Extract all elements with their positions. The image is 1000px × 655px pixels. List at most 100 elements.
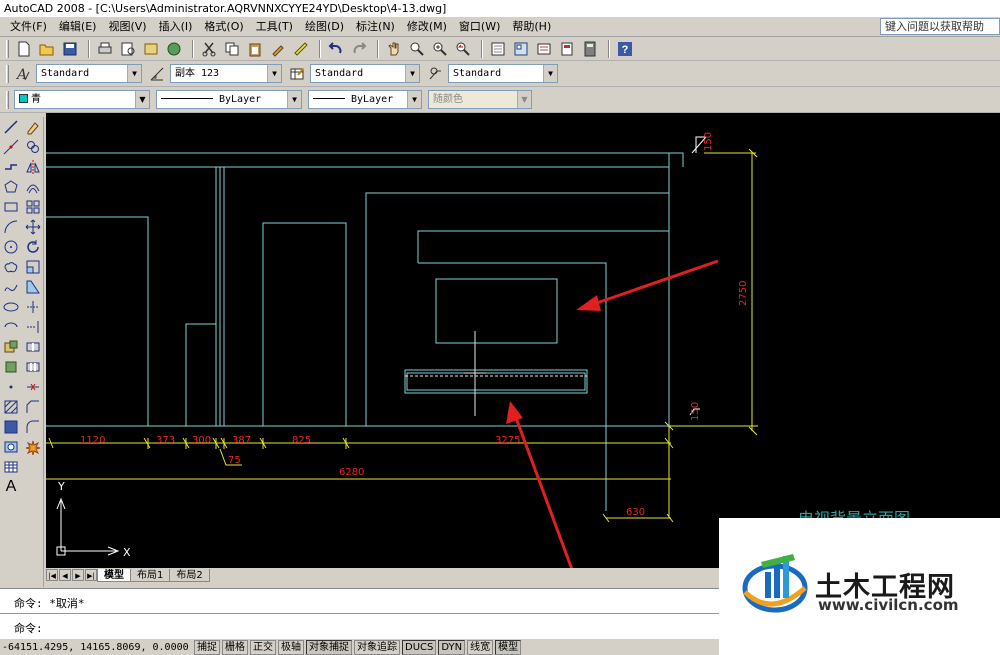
ellipse-arc-icon[interactable]: [1, 317, 21, 337]
cut-icon[interactable]: [199, 39, 218, 58]
polar-toggle[interactable]: 极轴: [278, 639, 304, 655]
mirror-icon[interactable]: [23, 157, 43, 177]
rotate-icon[interactable]: [23, 237, 43, 257]
design-center-icon[interactable]: [511, 39, 530, 58]
table-style-select[interactable]: Standard ▼: [310, 64, 420, 83]
tab-layout1[interactable]: 布局1: [130, 568, 171, 582]
block-editor-icon[interactable]: [291, 39, 310, 58]
first-tab-icon[interactable]: |◀: [46, 569, 58, 581]
menu-modify[interactable]: 修改(M): [401, 18, 453, 36]
toolbar-grip[interactable]: [6, 90, 9, 109]
ellipse-icon[interactable]: [1, 297, 21, 317]
menu-edit[interactable]: 编辑(E): [53, 18, 103, 36]
menu-insert[interactable]: 插入(I): [153, 18, 199, 36]
redo-icon[interactable]: [349, 39, 368, 58]
coordinate-readout[interactable]: -64151.4295, 14165.8069, 0.0000: [0, 642, 194, 653]
circle-icon[interactable]: [1, 237, 21, 257]
undo-icon[interactable]: [326, 39, 345, 58]
calculator-icon[interactable]: [580, 39, 599, 58]
lineweight-select[interactable]: ByLayer ▼: [308, 90, 422, 109]
osnap-toggle[interactable]: 对象捕捉: [306, 639, 352, 655]
save-icon[interactable]: [60, 39, 79, 58]
prev-tab-icon[interactable]: ◀: [59, 569, 71, 581]
snap-toggle[interactable]: 捕捉: [194, 639, 220, 655]
publish-icon[interactable]: [141, 39, 160, 58]
dyn-toggle[interactable]: DYN: [438, 639, 466, 655]
join-icon[interactable]: [23, 377, 43, 397]
arc-icon[interactable]: [1, 217, 21, 237]
tab-model[interactable]: 模型: [97, 568, 131, 582]
multiline-text-icon[interactable]: A: [1, 477, 21, 497]
spline-icon[interactable]: [1, 277, 21, 297]
dim-style-select[interactable]: 副本 123 ▼: [170, 64, 282, 83]
explode-icon[interactable]: [23, 437, 43, 457]
plot-preview-icon[interactable]: [118, 39, 137, 58]
scale-icon[interactable]: [23, 257, 43, 277]
model-toggle[interactable]: 模型: [495, 639, 522, 655]
polygon-icon[interactable]: [1, 177, 21, 197]
break-at-point-icon[interactable]: [23, 337, 43, 357]
erase-icon[interactable]: [23, 117, 43, 137]
array-icon[interactable]: [23, 197, 43, 217]
color-select[interactable]: 青 ▼: [14, 90, 150, 109]
offset-icon[interactable]: [23, 177, 43, 197]
polyline-icon[interactable]: [1, 157, 21, 177]
lineweight-toggle[interactable]: 线宽: [467, 639, 494, 655]
otrack-toggle[interactable]: 对象追踪: [354, 639, 400, 655]
pan-icon[interactable]: [384, 39, 403, 58]
menu-window[interactable]: 窗口(W): [453, 18, 506, 36]
construction-line-icon[interactable]: [1, 137, 21, 157]
sheet-set-icon[interactable]: [557, 39, 576, 58]
menu-view[interactable]: 视图(V): [102, 18, 152, 36]
plot-icon[interactable]: [95, 39, 114, 58]
new-icon[interactable]: [14, 39, 33, 58]
text-style-icon[interactable]: A: [14, 65, 32, 83]
toolbar-grip[interactable]: [6, 64, 9, 83]
command-prompt[interactable]: 命令:: [14, 620, 43, 636]
break-icon[interactable]: [23, 357, 43, 377]
linetype-select[interactable]: ByLayer ▼: [156, 90, 302, 109]
table-style-icon[interactable]: [288, 65, 306, 83]
ducs-toggle[interactable]: DUCS: [402, 639, 437, 655]
dim-style-icon[interactable]: [148, 65, 166, 83]
table-icon[interactable]: [1, 457, 21, 477]
menu-file[interactable]: 文件(F): [4, 18, 53, 36]
last-tab-icon[interactable]: ▶|: [85, 569, 97, 581]
region-icon[interactable]: [1, 437, 21, 457]
ortho-toggle[interactable]: 正交: [250, 639, 276, 655]
tool-palettes-icon[interactable]: [534, 39, 553, 58]
stretch-icon[interactable]: [23, 277, 43, 297]
gradient-icon[interactable]: [1, 417, 21, 437]
help-icon[interactable]: ?: [615, 39, 634, 58]
multileader-style-select[interactable]: Standard ▼: [448, 64, 558, 83]
insert-block-icon[interactable]: [1, 337, 21, 357]
grid-toggle[interactable]: 栅格: [222, 639, 248, 655]
text-style-select[interactable]: Standard ▼: [36, 64, 142, 83]
open-icon[interactable]: [37, 39, 56, 58]
fillet-icon[interactable]: [23, 417, 43, 437]
line-icon[interactable]: [1, 117, 21, 137]
menu-tools[interactable]: 工具(T): [250, 18, 299, 36]
point-icon[interactable]: [1, 377, 21, 397]
zoom-realtime-icon[interactable]: [407, 39, 426, 58]
match-properties-icon[interactable]: [268, 39, 287, 58]
zoom-window-icon[interactable]: [430, 39, 449, 58]
paste-icon[interactable]: [245, 39, 264, 58]
chamfer-icon[interactable]: [23, 397, 43, 417]
menu-help[interactable]: 帮助(H): [506, 18, 557, 36]
copy-icon[interactable]: [222, 39, 241, 58]
hatch-icon[interactable]: [1, 397, 21, 417]
3d-dwf-icon[interactable]: [164, 39, 183, 58]
tab-layout2[interactable]: 布局2: [169, 568, 210, 582]
rectangle-icon[interactable]: [1, 197, 21, 217]
help-search-input[interactable]: 键入问题以获取帮助: [880, 18, 1000, 35]
menu-dimension[interactable]: 标注(N): [350, 18, 401, 36]
toolbar-grip[interactable]: [6, 39, 9, 58]
zoom-previous-icon[interactable]: [453, 39, 472, 58]
extend-icon[interactable]: [23, 317, 43, 337]
revision-cloud-icon[interactable]: [1, 257, 21, 277]
drawing-canvas[interactable]: 1120 373 300 387 825 3275 75 6280 630 27…: [46, 113, 1000, 568]
menu-draw[interactable]: 绘图(D): [299, 18, 350, 36]
move-icon[interactable]: [23, 217, 43, 237]
multileader-style-icon[interactable]: [426, 65, 444, 83]
